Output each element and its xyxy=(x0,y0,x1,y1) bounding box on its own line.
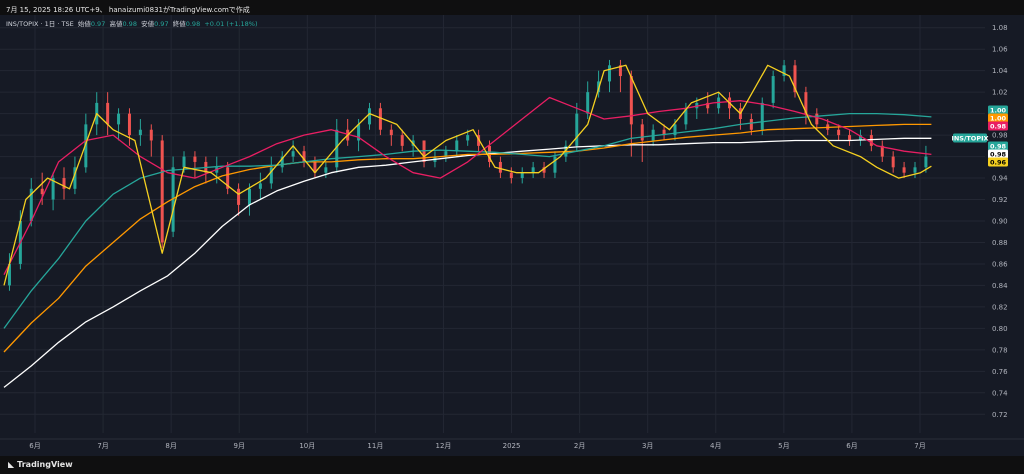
candle-body xyxy=(553,156,557,173)
price-tag-label: 0.98 xyxy=(990,122,1007,130)
y-tick-label: 1.08 xyxy=(992,24,1008,32)
candle-body xyxy=(106,102,110,125)
price-tag-label: 1.00 xyxy=(990,106,1007,114)
candle-body xyxy=(40,188,44,195)
y-tick-label: 1.04 xyxy=(992,67,1008,75)
legend-high-label: 高値 xyxy=(109,20,123,28)
price-tag-label: 0.98 xyxy=(990,142,1007,150)
screenshot-caption: 7月 15, 2025 18:26 UTC+9、 hanaizumi0831がT… xyxy=(6,6,250,14)
price-tag-label: 0.98 xyxy=(990,150,1007,158)
candle-body xyxy=(531,167,535,173)
x-tick-label: 5月 xyxy=(778,442,789,450)
candle-body xyxy=(182,156,186,168)
legend-symbol: INS/TOPIX · 1日 · TSE xyxy=(6,20,74,28)
candle-body xyxy=(117,113,121,125)
moving-average-line xyxy=(3,96,932,275)
x-tick-label: 7月 xyxy=(914,442,925,450)
candle-body xyxy=(869,135,873,146)
y-tick-label: 0.76 xyxy=(992,368,1008,376)
y-tick-label: 0.86 xyxy=(992,260,1008,268)
candle-body xyxy=(160,140,164,243)
candle-body xyxy=(509,172,513,179)
y-tick-label: 1.06 xyxy=(992,46,1008,54)
y-tick-label: 0.80 xyxy=(992,325,1008,333)
price-tag-label: 0.96 xyxy=(990,158,1007,166)
candle-body xyxy=(237,188,241,205)
y-tick-label: 0.92 xyxy=(992,196,1008,204)
candle-body xyxy=(913,167,917,173)
legend-open-label: 始値 xyxy=(77,20,91,28)
chart-legend: INS/TOPIX · 1日 · TSE 始値0.97 高値0.98 安値0.9… xyxy=(6,18,258,28)
price-chart-svg[interactable]: 1.081.061.041.021.000.980.960.940.920.90… xyxy=(0,15,1024,456)
tradingview-logo-icon: ◣ xyxy=(8,460,15,469)
candle-body xyxy=(608,65,612,82)
x-tick-label: 9月 xyxy=(233,442,244,450)
candle-body xyxy=(815,113,819,125)
candle-body xyxy=(760,102,764,130)
y-tick-label: 0.88 xyxy=(992,239,1008,247)
x-tick-label: 4月 xyxy=(710,442,721,450)
candle-body xyxy=(891,156,895,168)
candle-body xyxy=(389,129,393,136)
y-tick-label: 0.94 xyxy=(992,175,1008,183)
x-tick-label: 7月 xyxy=(97,442,108,450)
legend-low-value: 0.97 xyxy=(154,20,169,28)
y-tick-label: 0.74 xyxy=(992,389,1008,397)
candle-body xyxy=(749,119,753,130)
footer-bar: ◣ TradingView xyxy=(0,456,1024,474)
legend-low-label: 安値 xyxy=(141,20,155,28)
x-tick-label: 2025 xyxy=(503,442,521,450)
candle-body xyxy=(771,76,775,103)
candle-body xyxy=(455,140,459,152)
x-tick-label: 8月 xyxy=(165,442,176,450)
legend-close-label: 終値 xyxy=(172,20,186,28)
x-tick-label: 10月 xyxy=(299,442,315,450)
y-tick-label: 0.72 xyxy=(992,411,1008,419)
y-tick-label: 0.90 xyxy=(992,218,1008,226)
candle-body xyxy=(466,135,470,141)
y-tick-label: 1.02 xyxy=(992,89,1008,97)
candle-body xyxy=(640,124,644,141)
candle-body xyxy=(586,92,590,114)
candle-body xyxy=(258,183,262,189)
x-tick-label: 6月 xyxy=(29,442,40,450)
candle-body xyxy=(324,167,328,173)
tradingview-brand[interactable]: ◣ TradingView xyxy=(8,460,73,469)
legend-change: +0.01 (+1.18%) xyxy=(204,20,258,28)
candle-body xyxy=(367,108,371,125)
candle-body xyxy=(498,161,502,173)
candle-body xyxy=(138,129,142,136)
candle-body xyxy=(837,129,841,136)
x-tick-label: 3月 xyxy=(642,442,653,450)
x-tick-label: 2月 xyxy=(574,442,585,450)
y-tick-label: 0.98 xyxy=(992,132,1008,140)
candle-body xyxy=(127,113,131,136)
x-tick-label: 11月 xyxy=(367,442,383,450)
brand-name: TradingView xyxy=(17,460,73,469)
candle-body xyxy=(193,156,197,162)
legend-close-value: 0.98 xyxy=(185,20,201,28)
legend-open-value: 0.97 xyxy=(90,20,106,28)
candle-body xyxy=(629,76,633,125)
x-tick-label: 6月 xyxy=(846,442,857,450)
y-tick-label: 0.84 xyxy=(992,282,1008,290)
candle-body xyxy=(291,151,295,157)
candle-body xyxy=(902,167,906,173)
x-tick-label: 12月 xyxy=(436,442,452,450)
candle-body xyxy=(400,135,404,146)
y-tick-label: 0.78 xyxy=(992,346,1008,354)
price-tag-label: INS/TOPIX xyxy=(951,134,988,142)
candle-body xyxy=(247,188,251,205)
candle-body xyxy=(575,113,579,146)
moving-average-line xyxy=(3,64,932,286)
candle-body xyxy=(924,156,928,168)
legend-high-value: 0.98 xyxy=(122,20,137,28)
candle-body xyxy=(848,135,852,141)
chart-area[interactable]: 1.081.061.041.021.000.980.960.940.920.90… xyxy=(0,15,1024,456)
candle-body xyxy=(149,129,153,141)
y-tick-label: 0.82 xyxy=(992,303,1008,311)
price-tag-label: 1.00 xyxy=(990,114,1007,122)
candle-body xyxy=(520,172,524,179)
